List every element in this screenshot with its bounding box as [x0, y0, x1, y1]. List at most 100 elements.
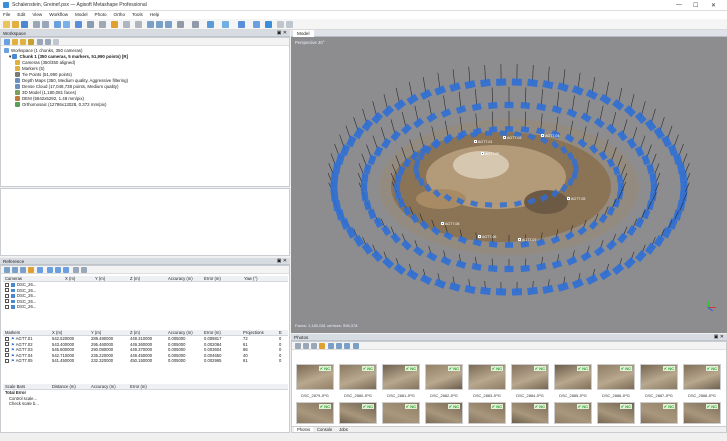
menu-workflow[interactable]: Workflow	[49, 11, 68, 19]
reset-filter-icon[interactable]	[336, 343, 342, 349]
remove-cameras-icon[interactable]	[295, 343, 301, 349]
column-header[interactable]: X (m)	[65, 276, 75, 282]
photo-thumbnail[interactable]: ✔ NC	[339, 402, 377, 424]
model-marker[interactable]: AGT7.03	[503, 136, 521, 140]
show-region-icon[interactable]	[265, 21, 272, 28]
photo-thumbnail[interactable]: ✔ NC	[339, 364, 377, 390]
model-shaded-icon[interactable]	[207, 21, 214, 28]
optimize-icon[interactable]	[28, 267, 34, 273]
rotate-icon[interactable]	[87, 21, 94, 28]
photo-thumbnail[interactable]: ✔ NC	[683, 364, 721, 390]
model-marker[interactable]: AGT7.08	[441, 222, 459, 226]
photo-thumbnail[interactable]: ✔ NC	[640, 402, 678, 424]
model-marker[interactable]: AGT7.02	[481, 152, 499, 156]
model-marker[interactable]: AGT7.05	[567, 197, 585, 201]
menu-file[interactable]: File	[3, 11, 10, 19]
photos-close-icon[interactable]: ▣ ✕	[714, 334, 724, 341]
view-mode-icon[interactable]	[344, 343, 350, 349]
marker-checkbox[interactable]	[5, 358, 9, 363]
photo-thumbnail[interactable]: ✔ NC	[425, 402, 463, 424]
thumbnail-size-icon[interactable]	[353, 343, 359, 349]
column-header[interactable]: X (m)	[52, 330, 62, 336]
column-header[interactable]: Accuracy (m)	[168, 330, 193, 336]
reference-more-icon[interactable]	[81, 267, 87, 273]
menu-model[interactable]: Model	[75, 11, 88, 19]
crop-selection-icon[interactable]	[135, 21, 142, 28]
model-viewport[interactable]: Perspective 30° Faces: 1,180,081 vertice…	[291, 37, 727, 333]
grid-icon[interactable]	[277, 21, 284, 28]
convert-icon[interactable]	[20, 267, 26, 273]
column-header[interactable]: Projections	[243, 330, 264, 336]
maximize-button[interactable]: ☐	[693, 2, 698, 9]
column-header[interactable]: Accuracy (m)	[168, 276, 193, 282]
show-markers-icon[interactable]	[253, 21, 260, 28]
camera-checkbox[interactable]	[5, 282, 9, 287]
column-header[interactable]: Y (m)	[95, 276, 105, 282]
column-header[interactable]: Distance (m)	[52, 384, 76, 390]
filter-icon[interactable]	[328, 343, 334, 349]
column-header[interactable]: Scale Bars	[5, 384, 25, 390]
table-row[interactable]: ⚑AGT7.05 541.450000 232.320000 450.150000 0.…	[3, 358, 288, 364]
zoom-out-icon[interactable]	[156, 21, 163, 28]
undo-icon[interactable]	[33, 21, 40, 28]
ruler-icon[interactable]	[99, 21, 106, 28]
photo-thumbnail[interactable]: ✔ NC	[554, 402, 592, 424]
column-header[interactable]: Markers	[5, 330, 20, 336]
column-header[interactable]: Accuracy (m)	[91, 384, 116, 390]
table-row[interactable]: DSC_26...	[3, 304, 288, 310]
table-row[interactable]: Check scale b...	[3, 401, 288, 407]
masks-icon[interactable]	[319, 343, 325, 349]
column-header[interactable]: Error (m)	[204, 276, 221, 282]
open-project-icon[interactable]	[12, 21, 19, 28]
menu-help[interactable]: Help	[150, 11, 159, 19]
menu-ortho[interactable]: Ortho	[114, 11, 126, 19]
rotate-right-icon[interactable]	[311, 343, 317, 349]
model-marker[interactable]: AGT7.06	[478, 235, 496, 239]
model-view-svg[interactable]	[291, 37, 727, 333]
marker-checkbox[interactable]	[5, 336, 9, 341]
add-marker-icon[interactable]	[28, 39, 34, 45]
photo-thumbnail[interactable]: ✔ NC	[425, 364, 463, 390]
navigation-icon[interactable]	[54, 21, 61, 28]
add-photos-icon[interactable]	[12, 39, 18, 45]
model-marker[interactable]: AGT7.04	[541, 134, 559, 138]
photo-thumbnail[interactable]: ✔ NC	[597, 402, 635, 424]
export-reference-icon[interactable]	[12, 267, 18, 273]
column-header[interactable]: Error (m)	[130, 384, 147, 390]
photo-thumbnail[interactable]: ✔ NC	[683, 402, 721, 424]
add-chunk-icon[interactable]	[4, 39, 10, 45]
collapse-icon[interactable]	[37, 39, 43, 45]
photo-thumbnail[interactable]: ✔ NC	[511, 364, 549, 390]
photo-thumbnail[interactable]: ✔ NC	[468, 402, 506, 424]
draw-polyline-icon[interactable]	[111, 21, 118, 28]
model-marker[interactable]: AGT7.07	[518, 238, 536, 242]
view-estimated-icon[interactable]	[55, 267, 61, 273]
move-object-icon[interactable]	[75, 21, 82, 28]
photo-thumbnail[interactable]: ✔ NC	[382, 402, 420, 424]
photo-thumbnail[interactable]: ✔ NC	[468, 364, 506, 390]
delete-selection-icon[interactable]	[123, 21, 130, 28]
update-icon[interactable]	[37, 267, 43, 273]
camera-checkbox[interactable]	[5, 304, 9, 309]
reference-settings-icon[interactable]	[73, 267, 79, 273]
photo-thumbnail[interactable]: ✔ NC	[296, 402, 334, 424]
marker-checkbox[interactable]	[5, 342, 9, 346]
photo-thumbnail[interactable]: ✔ NC	[640, 364, 678, 390]
close-button[interactable]: ✕	[711, 2, 716, 9]
column-header[interactable]: Error (m)	[204, 330, 221, 336]
column-header[interactable]: Yaw (°)	[244, 276, 257, 282]
menu-photo[interactable]: Photo	[95, 11, 107, 19]
photo-thumbnail[interactable]: ✔ NC	[382, 364, 420, 390]
add-folder-icon[interactable]	[20, 39, 26, 45]
rectangle-select-icon[interactable]	[63, 21, 70, 28]
marker-checkbox[interactable]	[5, 353, 9, 357]
camera-checkbox[interactable]	[5, 299, 9, 303]
tree-item[interactable]: Orthomosaic (12786x13028, 0.372 mm/pix)	[15, 102, 106, 108]
view-errors-icon[interactable]	[63, 267, 69, 273]
tab-jobs[interactable]: Jobs	[336, 427, 351, 432]
more-tools-icon[interactable]	[286, 21, 293, 28]
menu-view[interactable]: View	[32, 11, 42, 19]
reset-view-icon[interactable]	[165, 21, 172, 28]
model-textured-icon[interactable]	[222, 21, 229, 28]
menu-tools[interactable]: Tools	[132, 11, 143, 19]
